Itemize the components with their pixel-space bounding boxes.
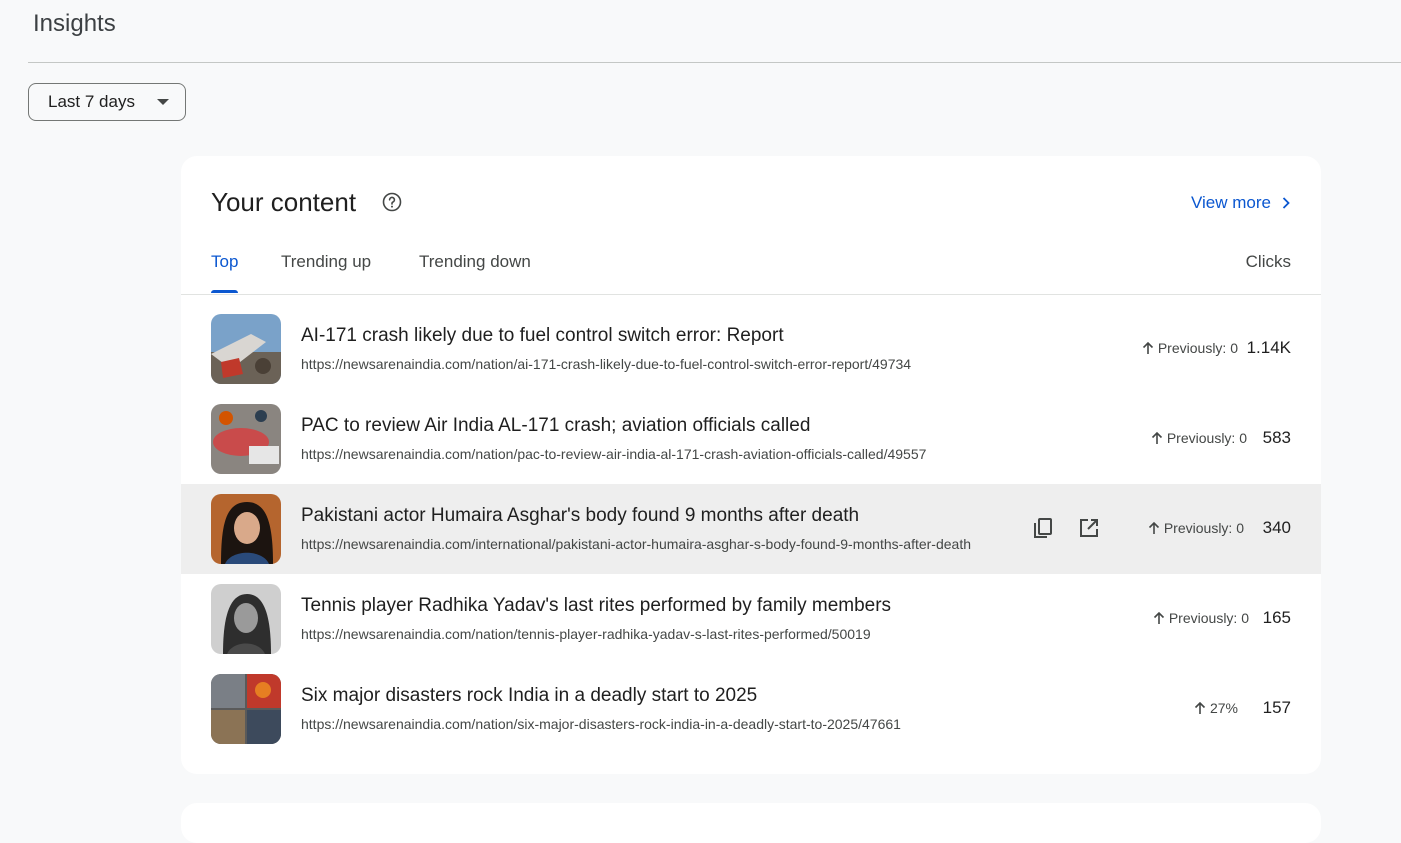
- arrow-up-icon: [1194, 701, 1206, 714]
- trend-text: Previously: 0: [1157, 340, 1238, 356]
- content-row[interactable]: Six major disasters rock India in a dead…: [181, 664, 1321, 754]
- trend-indicator: Previously: 0: [1142, 340, 1238, 356]
- tab-trending-up[interactable]: Trending up: [281, 252, 371, 293]
- content-row[interactable]: PAC to review Air India AL-171 crash; av…: [181, 394, 1321, 484]
- tab-top[interactable]: Top: [211, 252, 239, 293]
- header-divider: [28, 62, 1401, 63]
- portrait-image: [211, 494, 281, 564]
- row-url: https://newsarenaindia.com/nation/ai-171…: [301, 356, 912, 372]
- your-content-card: Your content View more Top Trending up T…: [181, 156, 1321, 774]
- trend-text: 27%: [1209, 700, 1238, 716]
- row-title: Tennis player Radhika Yadav's last rites…: [301, 595, 892, 616]
- row-url: https://newsarenaindia.com/nation/pac-to…: [301, 446, 927, 462]
- tab-trending-down[interactable]: Trending down: [419, 252, 531, 293]
- copy-icon[interactable]: [1031, 516, 1055, 540]
- next-card: [181, 803, 1321, 843]
- chevron-right-icon: [1282, 197, 1290, 209]
- disaster-collage-image: [211, 674, 281, 744]
- help-icon[interactable]: [382, 192, 402, 212]
- content-row[interactable]: Pakistani actor Humaira Asghar's body fo…: [181, 484, 1321, 574]
- crash-site-image: [211, 404, 281, 474]
- dropdown-caret-icon: [157, 99, 169, 105]
- arrow-up-icon: [1142, 341, 1153, 354]
- content-tabs: Top Trending up Trending down Clicks: [181, 252, 1321, 295]
- view-more-link[interactable]: View more: [1191, 193, 1291, 213]
- click-count: 340: [1262, 518, 1291, 537]
- bw-portrait-image: [211, 584, 281, 654]
- view-more-label: View more: [1191, 193, 1271, 212]
- arrow-up-icon: [1153, 611, 1164, 624]
- date-range-dropdown[interactable]: Last 7 days: [28, 83, 186, 121]
- row-title: AI-171 crash likely due to fuel control …: [301, 325, 784, 346]
- row-title: Six major disasters rock India in a dead…: [301, 685, 758, 706]
- trend-text: Previously: 0: [1168, 610, 1249, 626]
- page-title: Insights: [33, 10, 116, 37]
- trend-indicator: 27%: [1194, 700, 1238, 716]
- open-in-new-icon[interactable]: [1077, 516, 1101, 540]
- content-row[interactable]: Tennis player Radhika Yadav's last rites…: [181, 574, 1321, 664]
- plane-wreck-image: [211, 314, 281, 384]
- trend-indicator: Previously: 0: [1148, 520, 1244, 536]
- clicks-column-header: Clicks: [1245, 252, 1291, 271]
- arrow-up-icon: [1151, 431, 1162, 444]
- content-row[interactable]: AI-171 crash likely due to fuel control …: [181, 304, 1321, 394]
- row-url: https://newsarenaindia.com/nation/tennis…: [301, 626, 871, 642]
- row-title: PAC to review Air India AL-171 crash; av…: [301, 415, 811, 436]
- click-count: 165: [1262, 608, 1291, 627]
- trend-text: Previously: 0: [1166, 430, 1247, 446]
- row-title: Pakistani actor Humaira Asghar's body fo…: [301, 505, 860, 526]
- trend-indicator: Previously: 0: [1153, 610, 1249, 626]
- row-actions: [1031, 516, 1101, 540]
- row-url: https://newsarenaindia.com/international…: [301, 536, 972, 552]
- click-count: 583: [1262, 428, 1291, 447]
- click-count: 1.14K: [1246, 338, 1291, 357]
- trend-indicator: Previously: 0: [1151, 430, 1247, 446]
- trend-text: Previously: 0: [1163, 520, 1244, 536]
- date-range-label: Last 7 days: [48, 92, 135, 111]
- card-title: Your content: [211, 187, 357, 217]
- row-url: https://newsarenaindia.com/nation/six-ma…: [301, 716, 901, 732]
- arrow-up-icon: [1148, 521, 1159, 534]
- click-count: 157: [1262, 698, 1291, 717]
- content-list: AI-171 crash likely due to fuel control …: [181, 304, 1321, 754]
